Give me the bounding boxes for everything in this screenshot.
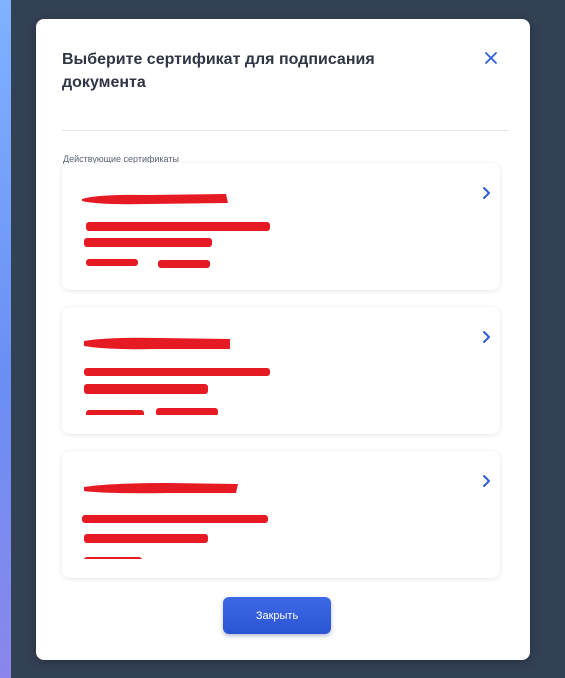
certificate-card[interactable]	[62, 163, 500, 290]
close-icon[interactable]	[482, 49, 500, 67]
close-button[interactable]: Закрыть	[223, 597, 331, 634]
dialog-title: Выберите сертификат для подписания докум…	[62, 51, 375, 91]
certificate-dialog: Выберите сертификат для подписания докум…	[36, 19, 530, 660]
certificate-card[interactable]	[62, 451, 500, 578]
certificate-card[interactable]	[62, 307, 500, 434]
redacted-certificate-details	[82, 483, 268, 559]
backdrop-accent	[0, 0, 11, 678]
chevron-right-icon	[483, 331, 490, 343]
redacted-certificate-details	[82, 194, 270, 268]
divider	[62, 130, 508, 131]
chevron-right-icon	[483, 475, 490, 487]
redacted-certificate-details	[84, 337, 270, 415]
chevron-right-icon	[483, 187, 490, 199]
